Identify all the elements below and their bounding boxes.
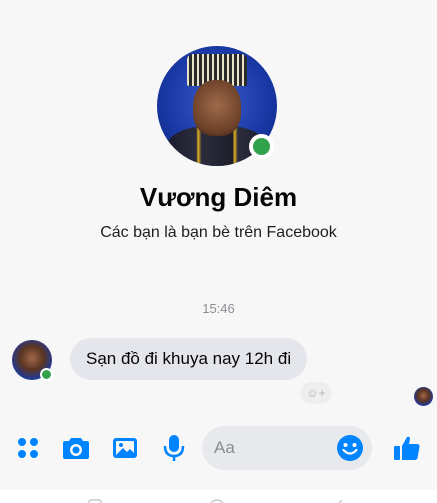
back-button[interactable] [330, 494, 348, 503]
seen-receipt-avatar [414, 387, 433, 406]
sender-online-indicator [40, 368, 53, 381]
more-icon [18, 438, 38, 458]
friendship-status: Các bạn là bạn bè trên Facebook [100, 224, 337, 241]
recent-apps-button[interactable] [86, 494, 104, 503]
avatar-face [193, 80, 241, 136]
home-icon [210, 499, 224, 503]
like-button[interactable] [390, 431, 424, 465]
online-status-indicator [249, 134, 274, 159]
back-icon [337, 499, 343, 503]
message-input-container [202, 426, 372, 470]
gallery-icon [113, 438, 137, 458]
gallery-button[interactable] [108, 431, 142, 465]
camera-button[interactable] [59, 431, 93, 465]
message-bubble[interactable]: Sạn đồ đi khuya nay 12h đi [70, 338, 308, 380]
message-composer [0, 420, 437, 476]
camera-icon [63, 438, 89, 459]
emoji-button[interactable] [336, 434, 364, 462]
home-button[interactable] [208, 494, 226, 503]
recent-apps-icon [88, 499, 102, 503]
system-navigation-bar [0, 490, 437, 503]
microphone-icon [163, 435, 185, 461]
contact-name: Vương Diêm [139, 182, 298, 212]
more-actions-button[interactable] [11, 431, 45, 465]
like-icon [394, 436, 420, 460]
reaction-smile-icon: ☺+ [306, 386, 326, 400]
add-reaction-button[interactable]: ☺+ [300, 382, 332, 404]
emoji-icon [337, 435, 363, 461]
message-timestamp: 15:46 [202, 301, 235, 316]
voice-message-button[interactable] [157, 431, 191, 465]
message-input[interactable] [214, 434, 334, 462]
